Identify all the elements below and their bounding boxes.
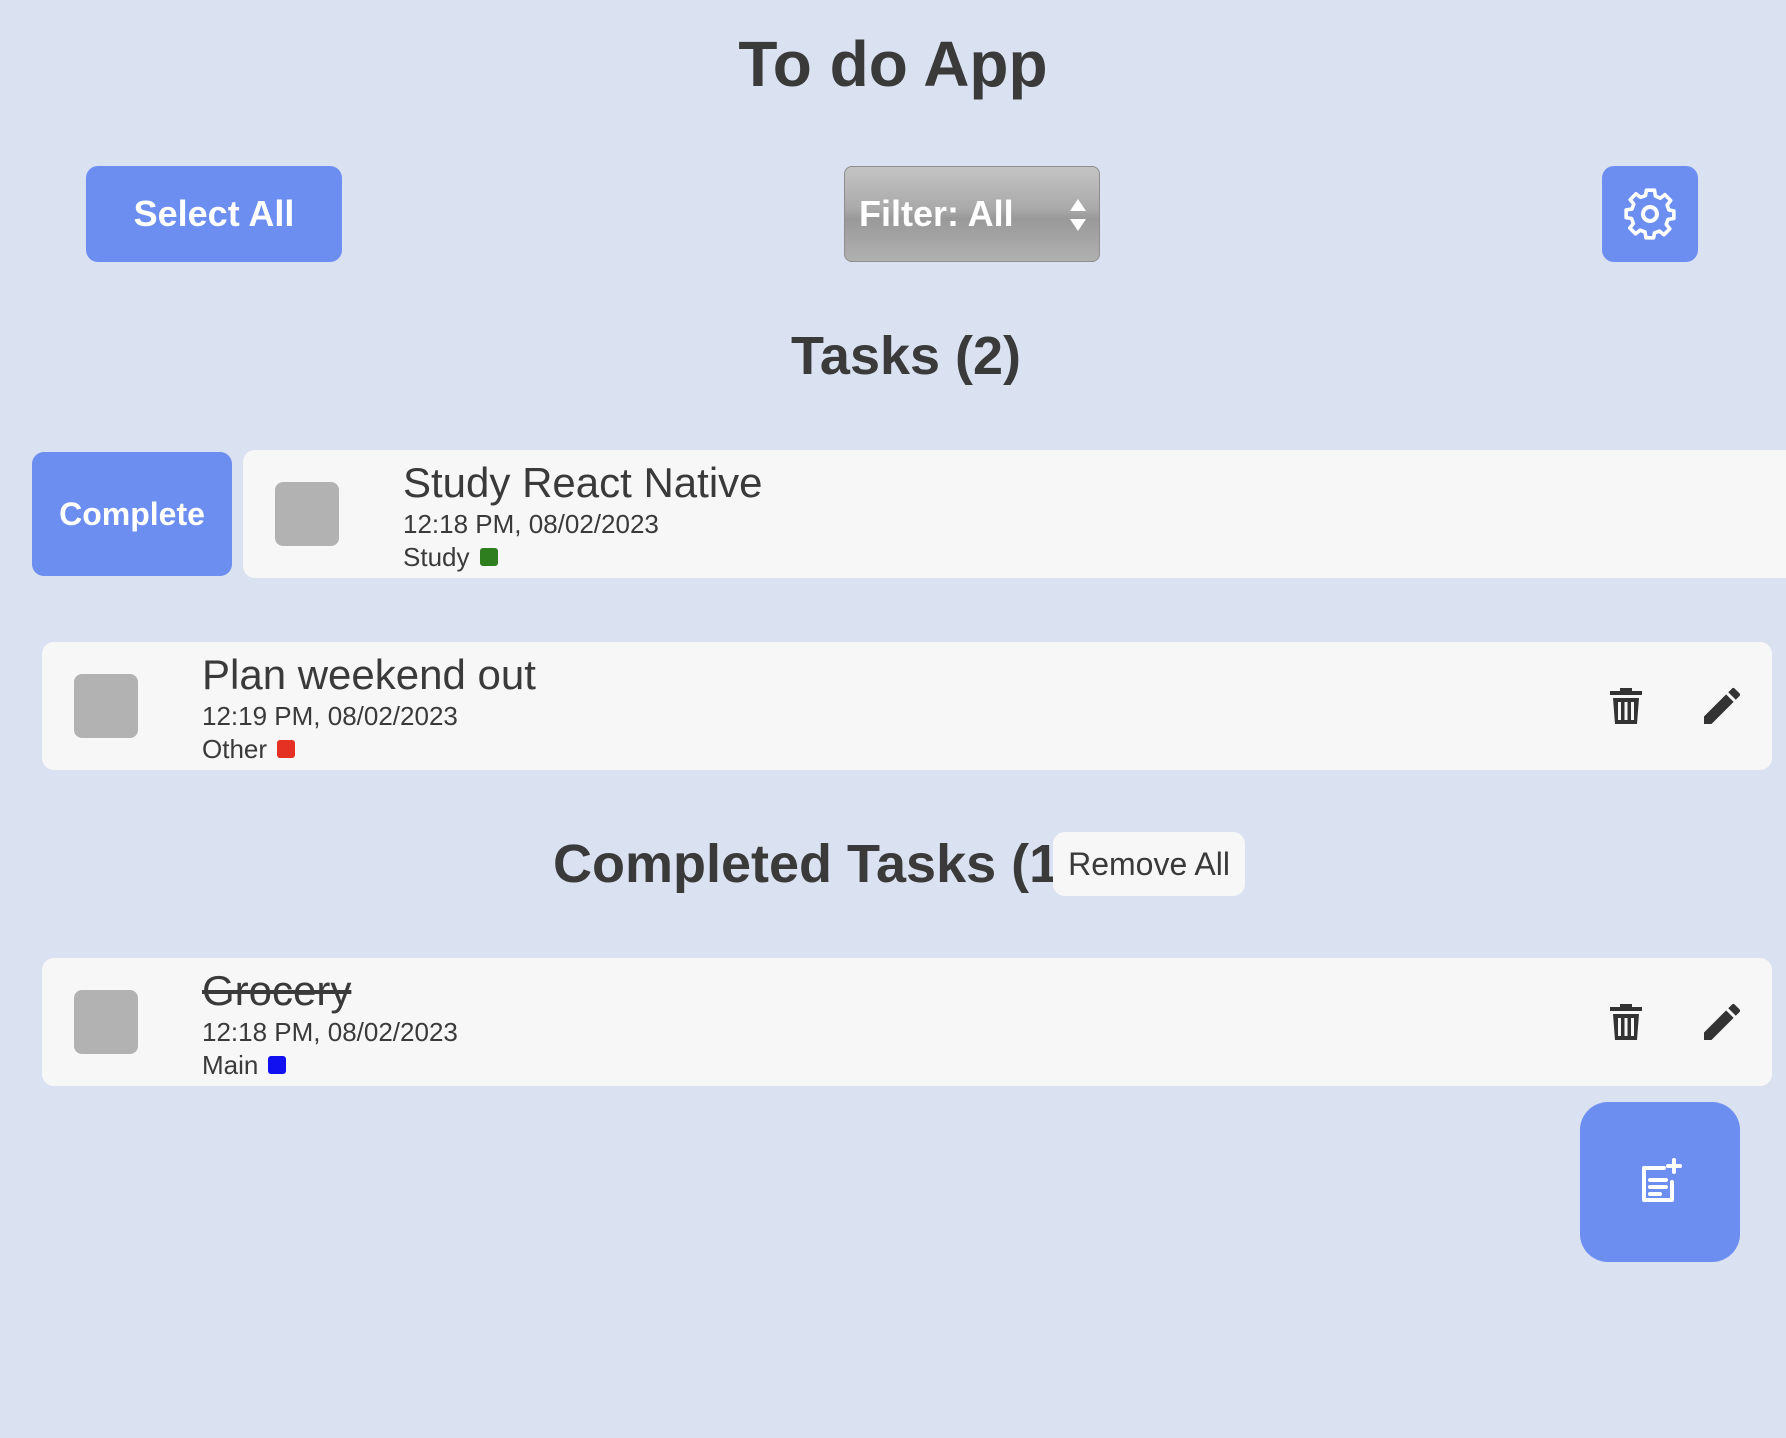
- pencil-icon[interactable]: [1698, 682, 1746, 730]
- task-item[interactable]: Plan weekend out 12:19 PM, 08/02/2023 Ot…: [42, 642, 1772, 770]
- gear-icon: [1624, 188, 1676, 240]
- task-title: Plan weekend out: [202, 651, 536, 698]
- trash-icon[interactable]: [1602, 682, 1650, 730]
- task-category: Main: [202, 1050, 259, 1080]
- category-color-badge: [277, 740, 296, 758]
- task-timestamp: 12:19 PM, 08/02/2023: [202, 701, 458, 731]
- task-timestamp: 12:18 PM, 08/02/2023: [403, 509, 659, 539]
- category-color-badge: [479, 548, 498, 566]
- task-category: Other: [202, 734, 268, 764]
- task-checkbox[interactable]: [74, 990, 138, 1054]
- task-checkbox[interactable]: [74, 674, 138, 738]
- completed-section-title: Completed Tasks (1): [553, 834, 1078, 894]
- task-timestamp: 12:18 PM, 08/02/2023: [202, 1017, 458, 1047]
- add-task-button[interactable]: [1580, 1102, 1740, 1262]
- tasks-section-title: Tasks (2): [790, 326, 1022, 386]
- task-title: Grocery: [202, 967, 352, 1014]
- filter-label: Filter: All: [859, 193, 1014, 234]
- trash-icon[interactable]: [1602, 998, 1650, 1046]
- category-color-badge: [268, 1056, 287, 1074]
- completed-task-item[interactable]: Grocery 12:18 PM, 08/02/2023 Main: [42, 958, 1772, 1086]
- add-note-icon: [1642, 1158, 1682, 1202]
- app-title: To do App: [738, 28, 1048, 100]
- pencil-icon[interactable]: [1698, 998, 1746, 1046]
- task-checkbox[interactable]: [275, 482, 339, 546]
- complete-swipe-button[interactable]: Complete: [32, 452, 232, 576]
- select-arrows-icon: [1070, 199, 1086, 231]
- settings-button[interactable]: [1602, 166, 1698, 262]
- task-category: Study: [403, 542, 470, 572]
- task-title: Study React Native: [403, 459, 763, 506]
- task-item[interactable]: Study React Native 12:18 PM, 08/02/2023 …: [243, 450, 1786, 578]
- remove-all-button[interactable]: Remove All: [1053, 832, 1245, 896]
- select-all-button[interactable]: Select All: [86, 166, 342, 262]
- filter-select[interactable]: Filter: All: [844, 166, 1100, 262]
